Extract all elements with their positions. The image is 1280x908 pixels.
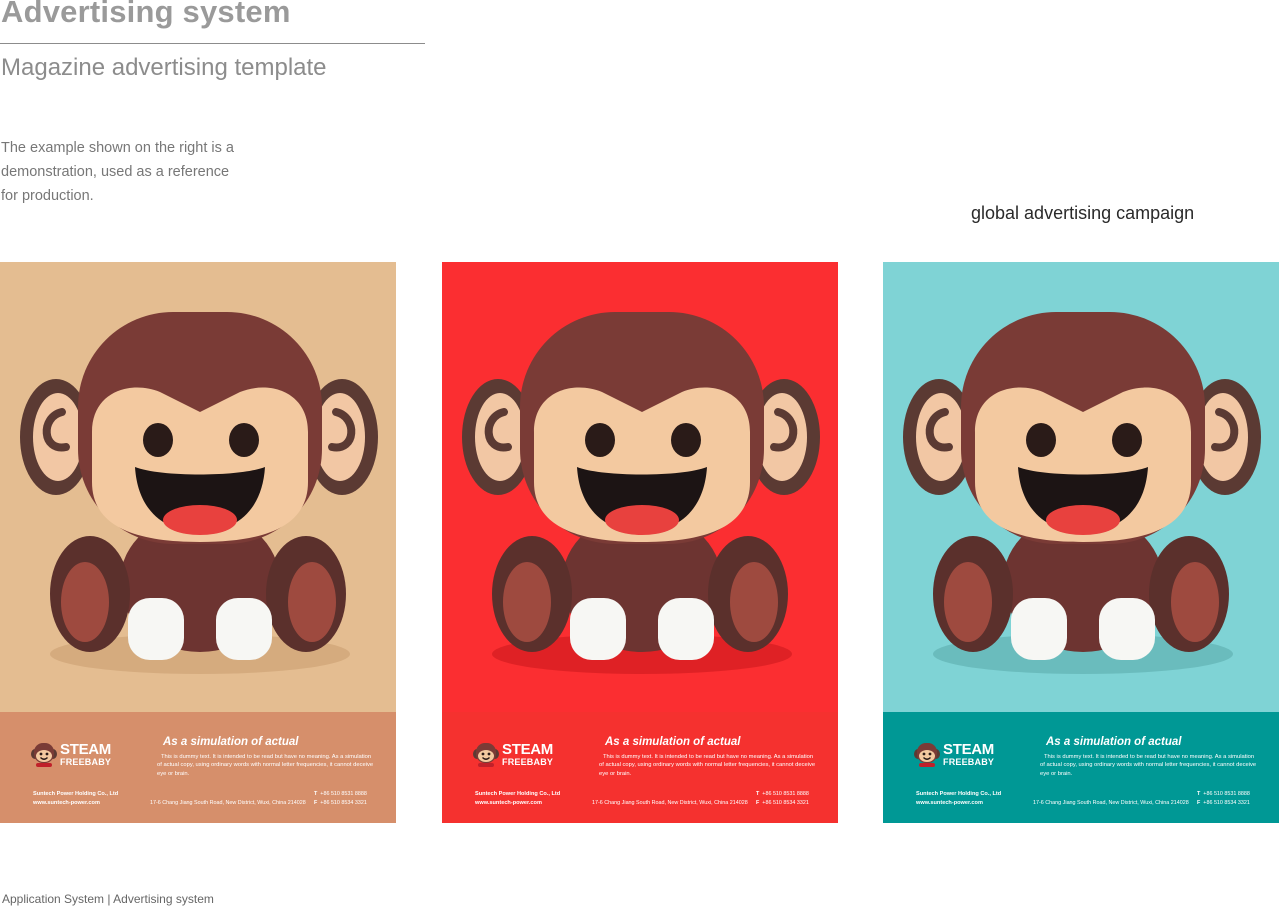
intro-line-3: for production. bbox=[1, 188, 94, 204]
brand-subname: FREEBABY bbox=[60, 756, 112, 767]
company-fax: F +86 510 8534 3321 bbox=[1197, 800, 1250, 806]
company-name: Suntech Power Holding Co., Ltd bbox=[33, 791, 119, 797]
ad-headline: As a simulation of actual bbox=[605, 736, 741, 748]
ad-info-bar: STEAM FREEBABY As a simulation of actual… bbox=[0, 712, 396, 823]
title-divider bbox=[0, 43, 425, 44]
company-phone: T +86 510 8531 8888 bbox=[314, 791, 367, 797]
brand-logo: STEAM FREEBABY bbox=[913, 740, 994, 768]
fax-number: +86 510 8534 3321 bbox=[320, 800, 367, 806]
brand-name: STEAM bbox=[943, 740, 995, 758]
brand-name: STEAM bbox=[60, 740, 112, 758]
campaign-label: global advertising campaign bbox=[971, 203, 1195, 223]
monkey-logo-icon bbox=[914, 743, 940, 767]
page-subtitle: Magazine advertising template bbox=[1, 54, 327, 81]
brand-logo: STEAM FREEBABY bbox=[472, 740, 553, 768]
page-title: Advertising system bbox=[1, 0, 291, 29]
company-address: 17-6 Chang Jiang South Road, New Distric… bbox=[150, 800, 306, 806]
poster-artwork bbox=[442, 262, 838, 712]
brand-subname: FREEBABY bbox=[943, 756, 995, 767]
fax-number: +86 510 8534 3321 bbox=[1203, 800, 1250, 806]
company-website: www.suntech-power.com bbox=[916, 800, 983, 806]
phone-label: T bbox=[1197, 791, 1201, 797]
brand-name: STEAM bbox=[502, 740, 554, 758]
brand-subname: FREEBABY bbox=[502, 756, 554, 767]
company-phone: T +86 510 8531 8888 bbox=[1197, 791, 1250, 797]
phone-label: T bbox=[756, 791, 760, 797]
company-website: www.suntech-power.com bbox=[475, 800, 542, 806]
intro-line-1: The example shown on the right is a bbox=[1, 140, 234, 156]
ad-body-text: This is dummy text. It is intended to be… bbox=[157, 754, 374, 777]
monkey-logo-icon bbox=[31, 743, 57, 767]
magazine-ad-poster-beige: STEAM FREEBABY As a simulation of actual… bbox=[0, 262, 396, 823]
company-address: 17-6 Chang Jiang South Road, New Distric… bbox=[592, 800, 748, 806]
company-fax: F +86 510 8534 3321 bbox=[756, 800, 809, 806]
monkey-mascot-illustration bbox=[883, 262, 1279, 712]
phone-number: +86 510 8531 8888 bbox=[320, 791, 367, 797]
ad-body-text: This is dummy text. It is intended to be… bbox=[1040, 754, 1257, 777]
company-name: Suntech Power Holding Co., Ltd bbox=[475, 791, 561, 797]
monkey-logo-icon bbox=[473, 743, 499, 767]
monkey-mascot-illustration bbox=[442, 262, 838, 712]
brand-logo: STEAM FREEBABY bbox=[30, 740, 111, 768]
poster-artwork bbox=[883, 262, 1279, 712]
company-phone: T +86 510 8531 8888 bbox=[756, 791, 809, 797]
fax-number: +86 510 8534 3321 bbox=[762, 800, 809, 806]
company-fax: F +86 510 8534 3321 bbox=[314, 800, 367, 806]
company-name: Suntech Power Holding Co., Ltd bbox=[916, 791, 1002, 797]
monkey-mascot-illustration bbox=[0, 262, 396, 712]
ad-info-bar: STEAM FREEBABY As a simulation of actual… bbox=[883, 712, 1279, 823]
company-website: www.suntech-power.com bbox=[33, 800, 100, 806]
intro-text: The example shown on the right is a demo… bbox=[1, 136, 261, 208]
fax-label: F bbox=[756, 800, 760, 806]
poster-artwork bbox=[0, 262, 396, 712]
intro-line-2: demonstration, used as a reference bbox=[1, 164, 230, 180]
ad-headline: As a simulation of actual bbox=[163, 736, 299, 748]
magazine-ad-poster-red: STEAM FREEBABY As a simulation of actual… bbox=[442, 262, 838, 823]
company-address: 17-6 Chang Jiang South Road, New Distric… bbox=[1033, 800, 1189, 806]
fax-label: F bbox=[1197, 800, 1201, 806]
phone-number: +86 510 8531 8888 bbox=[762, 791, 809, 797]
ad-info-bar: STEAM FREEBABY As a simulation of actual… bbox=[442, 712, 838, 823]
fax-label: F bbox=[314, 800, 318, 806]
footer-breadcrumb: Application System | Advertising system bbox=[2, 892, 214, 906]
magazine-ad-poster-teal: STEAM FREEBABY As a simulation of actual… bbox=[883, 262, 1279, 823]
ad-body-text: This is dummy text. It is intended to be… bbox=[599, 754, 816, 777]
ad-headline: As a simulation of actual bbox=[1046, 736, 1182, 748]
phone-label: T bbox=[314, 791, 318, 797]
phone-number: +86 510 8531 8888 bbox=[1203, 791, 1250, 797]
